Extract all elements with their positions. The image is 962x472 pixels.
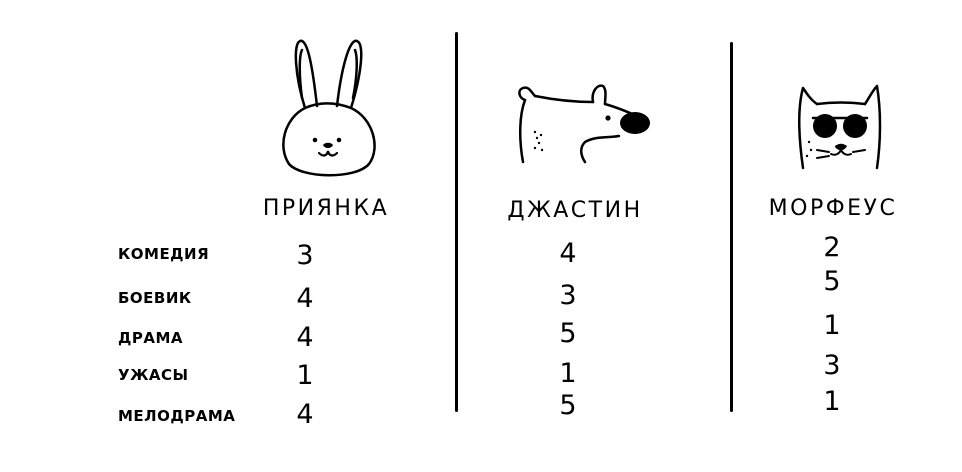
rating-morpheus-horror: 3 (823, 350, 841, 381)
genre-label-drama: ДРАМА (118, 329, 183, 347)
column-divider-2 (730, 42, 733, 412)
character-name-priyanka: ПРИЯНКА (262, 196, 390, 221)
cat-with-sunglasses-icon (798, 84, 882, 170)
character-name-justin: ДЖАСТИН (507, 198, 643, 223)
rating-morpheus-comedy: 2 (823, 232, 841, 263)
rating-morpheus-drama: 1 (823, 310, 841, 341)
rabbit-icon (282, 39, 376, 177)
rating-justin-melodrama: 5 (559, 390, 577, 421)
column-divider-1 (455, 32, 458, 412)
rating-justin-drama: 5 (559, 318, 577, 349)
polar-bear-icon (518, 84, 650, 164)
rating-priyanka-action: 4 (296, 283, 314, 314)
rating-justin-action: 3 (559, 280, 577, 311)
genre-label-melodrama: МЕЛОДРАМА (118, 407, 236, 425)
rating-morpheus-action: 5 (823, 266, 841, 297)
rating-justin-comedy: 4 (559, 238, 577, 269)
genre-label-comedy: КОМЕДИЯ (118, 245, 210, 263)
rating-morpheus-melodrama: 1 (823, 386, 841, 417)
rating-priyanka-drama: 4 (296, 322, 314, 353)
genre-label-action: БОЕВИК (118, 289, 192, 307)
genre-label-horror: УЖАСЫ (118, 366, 189, 384)
rating-priyanka-horror: 1 (296, 360, 314, 391)
character-name-morpheus: МОРФЕУС (768, 196, 898, 221)
rating-priyanka-melodrama: 4 (296, 399, 314, 430)
rating-justin-horror: 1 (559, 358, 577, 389)
rating-priyanka-comedy: 3 (296, 240, 314, 271)
